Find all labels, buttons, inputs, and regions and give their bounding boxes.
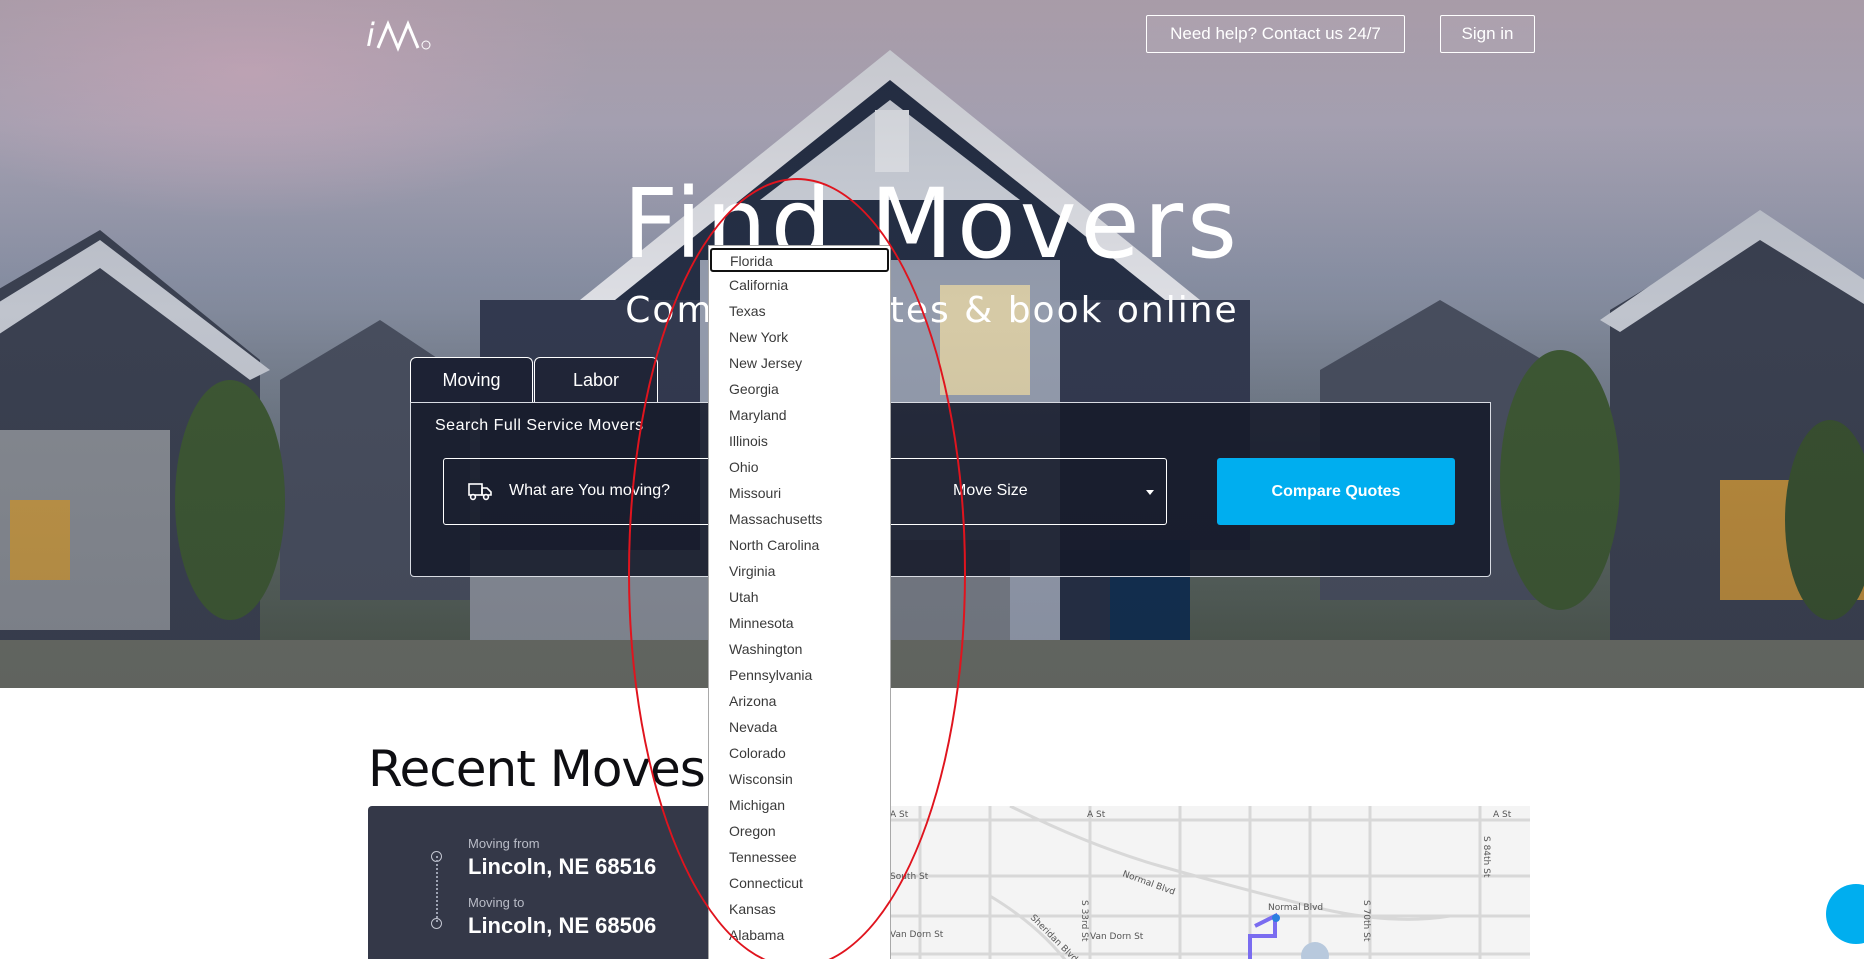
destination-marker-icon (431, 918, 442, 929)
dropdown-option[interactable]: Ohio (709, 454, 890, 480)
dropdown-option[interactable]: Pennsylvania (709, 662, 890, 688)
move-size-select[interactable]: Move Size (867, 458, 1167, 525)
route-map[interactable]: A St A St A St South St Normal Blvd Norm… (890, 806, 1530, 959)
tab-moving[interactable]: Moving (410, 357, 533, 402)
dropdown-option[interactable]: Wisconsin (709, 766, 890, 792)
dropdown-option[interactable]: Maryland (709, 402, 890, 428)
search-panel: Search Full Service Movers What are You … (410, 402, 1491, 577)
map-label-s-70th-st: S 70th St (1361, 900, 1371, 942)
dropdown-option[interactable]: Michigan (709, 792, 890, 818)
move-size-placeholder: Move Size (953, 482, 1028, 499)
route-dotted-line (436, 856, 438, 922)
brand-logo[interactable]: i (364, 16, 434, 52)
dropdown-option[interactable]: New Jersey (709, 350, 890, 376)
hero-shade (0, 0, 1864, 688)
sign-in-button[interactable]: Sign in (1440, 15, 1535, 53)
map-label-south-st: South St (890, 872, 929, 882)
dropdown-option[interactable]: North Carolina (709, 532, 890, 558)
chevron-down-icon (1146, 490, 1154, 495)
map-label-van-dorn-st-2: Van Dorn St (1090, 932, 1144, 942)
dropdown-option[interactable]: New York (709, 324, 890, 350)
hero-title: Find Movers (622, 168, 1242, 280)
dropdown-option[interactable]: Minnesota (709, 610, 890, 636)
dropdown-option[interactable]: Virginia (709, 558, 890, 584)
moving-to-label: Moving to (468, 895, 525, 910)
dropdown-option[interactable]: Tennessee (709, 844, 890, 870)
search-panel-label: Search Full Service Movers (435, 417, 644, 434)
dropdown-option[interactable]: Illinois (709, 428, 890, 454)
moving-from-label: Moving from (468, 836, 540, 851)
map-label-normal-blvd-1: Normal Blvd (1121, 869, 1176, 897)
dropdown-option[interactable]: Texas (709, 298, 890, 324)
dropdown-option[interactable]: Utah (709, 584, 890, 610)
moving-to-value: Lincoln, NE 68506 (468, 913, 657, 938)
dropdown-option[interactable]: Georgia (709, 376, 890, 402)
dropdown-option[interactable]: Kansas (709, 896, 890, 922)
hero-banner: i Need help? Contact us 24/7 Sign in Fin… (0, 0, 1864, 688)
dropdown-option[interactable]: Oregon (709, 818, 890, 844)
dropdown-option[interactable]: Massachusetts (709, 506, 890, 532)
map-label-s-84th-st: S 84th St (1481, 836, 1491, 878)
map-label-a-st-3: A St (1493, 810, 1512, 820)
dropdown-option[interactable]: Nevada (709, 714, 890, 740)
recent-moves-heading: Recent Moves (368, 740, 706, 798)
recent-move-card[interactable]: Moving from Lincoln, NE 68516 Moving to … (368, 806, 724, 959)
svg-text:i: i (366, 16, 375, 52)
dropdown-option[interactable]: Colorado (709, 740, 890, 766)
compare-quotes-button[interactable]: Compare Quotes (1217, 458, 1455, 525)
dropdown-option[interactable]: Missouri (709, 480, 890, 506)
dropdown-option[interactable]: Washington (709, 636, 890, 662)
state-dropdown-list[interactable]: Florida California Texas New York New Jersey… (708, 245, 891, 959)
map-label-van-dorn-st-1: Van Dorn St (890, 930, 944, 940)
dropdown-option[interactable]: Arizona (709, 688, 890, 714)
moving-from-value: Lincoln, NE 68516 (468, 854, 657, 879)
map-roads: A St A St A St South St Normal Blvd Norm… (890, 806, 1530, 959)
map-label-a-st-2: A St (1087, 810, 1106, 820)
dropdown-option[interactable]: California (709, 272, 890, 298)
dropdown-option[interactable]: Alabama (709, 922, 890, 948)
what-moving-placeholder: What are You moving? (509, 482, 670, 499)
map-label-a-st-1: A St (890, 810, 909, 820)
hero-subtitle: Compare quotes & book online (625, 290, 1239, 331)
contact-help-button[interactable]: Need help? Contact us 24/7 (1146, 15, 1405, 53)
dropdown-option[interactable]: Connecticut (709, 870, 890, 896)
chat-icon[interactable] (1826, 884, 1864, 944)
truck-icon (468, 483, 492, 501)
tab-labor[interactable]: Labor (534, 357, 658, 402)
map-label-sheridan-blvd: Sheridan Blvd (1028, 913, 1079, 959)
map-label-normal-blvd-2: Normal Blvd (1268, 903, 1323, 913)
map-label-s-33rd-st: S 33rd St (1079, 900, 1089, 942)
dropdown-option[interactable]: Florida (710, 248, 889, 272)
